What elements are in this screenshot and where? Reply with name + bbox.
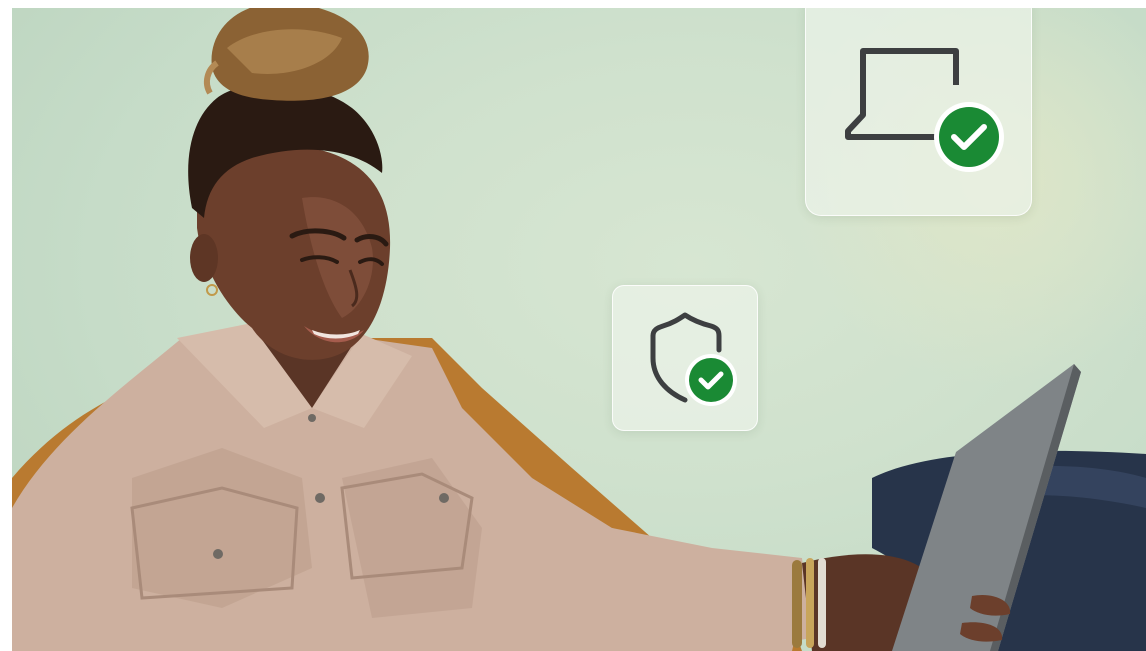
sleeve: [612, 528, 812, 651]
check-circle-icon: [685, 354, 737, 406]
hero-image: [12, 8, 1146, 651]
hair-strand: [203, 60, 219, 95]
shield-icon: [650, 312, 737, 406]
ear: [190, 234, 218, 282]
bracelet: [818, 558, 826, 648]
shirt-button: [213, 549, 223, 559]
bracelet: [792, 560, 802, 648]
bracelet: [806, 558, 814, 648]
shirt-button: [439, 493, 449, 503]
shield-check-card: [612, 285, 758, 431]
laptop-icon: [845, 48, 1004, 172]
shirt-button: [308, 414, 316, 422]
laptop-check-card: [805, 8, 1032, 216]
earring: [206, 284, 218, 296]
check-circle-icon: [934, 102, 1004, 172]
shirt-button: [315, 493, 325, 503]
